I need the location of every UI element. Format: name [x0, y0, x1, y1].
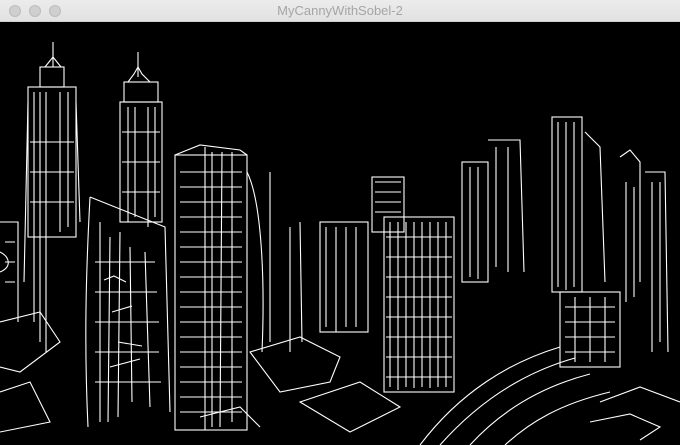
buildings-far-left [0, 221, 19, 322]
tower-second-spire [119, 52, 163, 227]
towers-right [461, 116, 669, 353]
edge-detected-cityscape [0, 42, 680, 445]
window-title: MyCannyWithSobel-2 [277, 3, 403, 18]
building-lower-right [559, 291, 621, 368]
building-central-tall [174, 144, 264, 431]
building-dense-center [383, 216, 455, 393]
title-bar[interactable]: MyCannyWithSobel-2 [0, 0, 680, 22]
foreground-rooftops [0, 311, 680, 441]
app-window: MyCannyWithSobel-2 [0, 0, 680, 445]
image-canvas [0, 22, 680, 445]
building-curved-left [85, 196, 171, 428]
tower-left-spire [23, 42, 81, 352]
road-curved [419, 346, 611, 445]
